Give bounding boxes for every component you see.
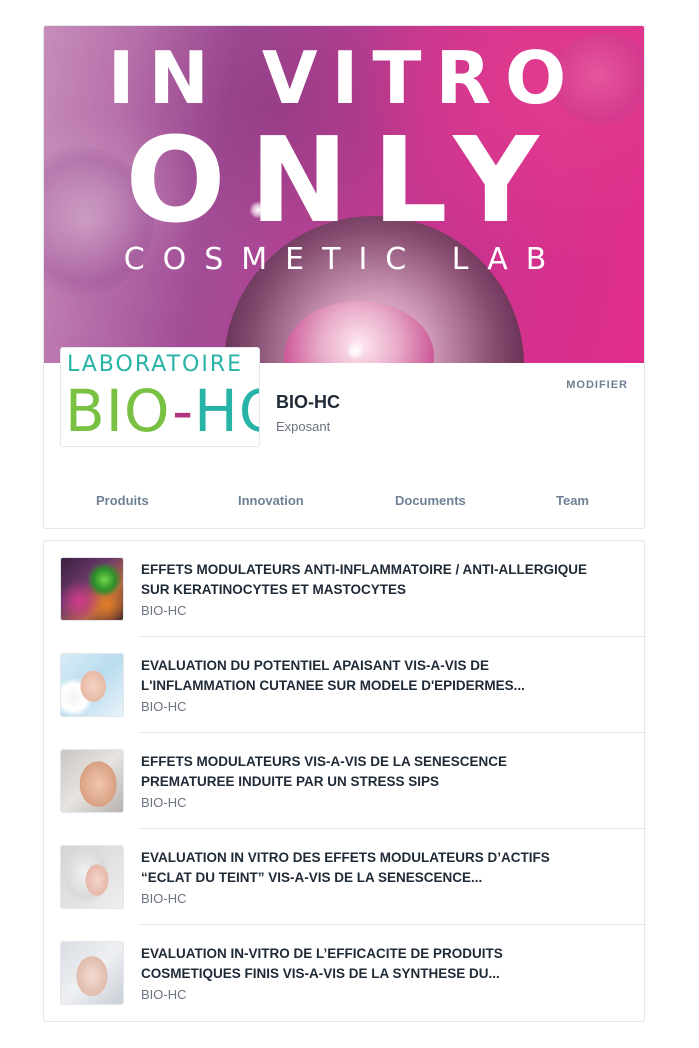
tab-documents[interactable]: Documents <box>395 493 466 508</box>
product-title: EVALUATION IN-VITRO DE L’EFFICACITE DE P… <box>141 946 503 981</box>
product-title: EFFETS MODULATEURS ANTI-INFLAMMATOIRE / … <box>141 562 587 597</box>
logo-text-main: BIO-HC <box>65 377 259 445</box>
product-thumbnail <box>60 941 124 1005</box>
product-list: EFFETS MODULATEURS ANTI-INFLAMMATOIRE / … <box>43 540 645 1022</box>
logo-dash: - <box>172 377 195 445</box>
product-thumbnail <box>60 557 124 621</box>
company-logo: LABORATOIRE BIO-HC <box>60 347 260 447</box>
product-company: BIO-HC <box>141 891 187 906</box>
company-role: Exposant <box>276 419 331 434</box>
product-thumbnail <box>60 845 124 909</box>
banner-title-line3: COSMETIC LAB <box>123 242 565 277</box>
product-title: EVALUATION DU POTENTIEL APAISANT VIS-A-V… <box>141 658 525 693</box>
tab-team[interactable]: Team <box>556 493 589 508</box>
product-list-item[interactable]: EFFETS MODULATEURS ANTI-INFLAMMATOIRE / … <box>44 541 644 637</box>
tab-innovation[interactable]: Innovation <box>238 493 304 508</box>
product-list-item[interactable]: EVALUATION IN VITRO DES EFFETS MODULATEU… <box>44 829 644 925</box>
modify-button[interactable]: MODIFIER <box>566 379 628 391</box>
product-title: EFFETS MODULATEURS VIS-A-VIS DE LA SENES… <box>141 754 508 789</box>
product-title: EVALUATION IN VITRO DES EFFETS MODULATEU… <box>141 850 550 885</box>
cover-banner: IN VITRO ONLY COSMETIC LAB <box>44 26 644 363</box>
banner-title-line2: ONLY <box>125 111 563 249</box>
profile-tabs: Produits Innovation Documents Team <box>44 493 644 515</box>
product-company: BIO-HC <box>141 699 187 714</box>
product-company: BIO-HC <box>141 795 187 810</box>
exhibitor-profile-card: IN VITRO ONLY COSMETIC LAB LABORATOIRE B… <box>43 25 645 529</box>
tab-produits[interactable]: Produits <box>96 493 149 508</box>
company-name: BIO-HC <box>276 392 340 412</box>
product-list-item[interactable]: EVALUATION IN-VITRO DE L’EFFICACITE DE P… <box>44 925 644 1021</box>
logo-bio: BIO <box>65 377 173 445</box>
product-thumbnail <box>60 653 124 717</box>
banner-decoration <box>346 342 364 360</box>
logo-hc: HC <box>194 377 259 445</box>
product-thumbnail <box>60 749 124 813</box>
product-list-item[interactable]: EFFETS MODULATEURS VIS-A-VIS DE LA SENES… <box>44 733 644 829</box>
product-list-item[interactable]: EVALUATION DU POTENTIEL APAISANT VIS-A-V… <box>44 637 644 733</box>
product-company: BIO-HC <box>141 603 187 618</box>
logo-text-top: LABORATOIRE <box>67 352 243 377</box>
banner-title-line1: IN VITRO <box>107 36 581 120</box>
product-company: BIO-HC <box>141 987 187 1002</box>
